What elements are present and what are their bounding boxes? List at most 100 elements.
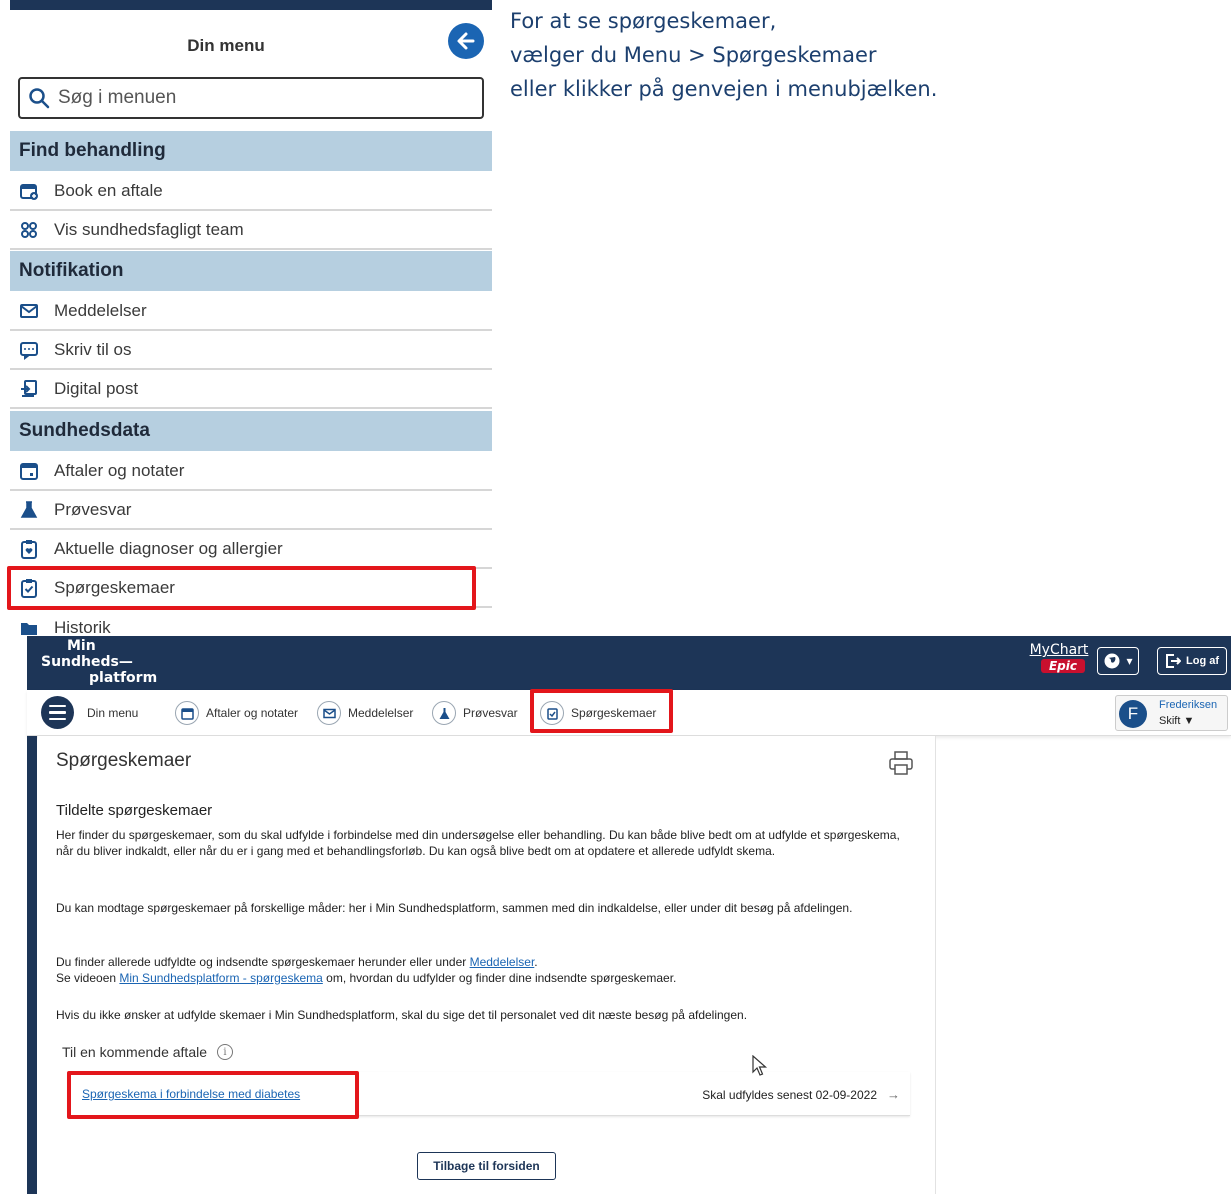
nav-label: Spørgeskemaer — [571, 706, 657, 720]
calendar-icon — [18, 460, 40, 482]
menu-item-label: Historik — [54, 617, 111, 637]
questionnaire-row[interactable]: Spørgeskema i forbindelse med diabetes S… — [68, 1072, 910, 1116]
menu-search-input[interactable] — [58, 87, 438, 109]
paragraph-text: Se videoen — [56, 970, 120, 985]
back-to-home-button[interactable]: Tilbage til forsiden — [417, 1152, 556, 1180]
logout-label: Log af — [1186, 655, 1219, 667]
flask-icon — [432, 701, 456, 725]
user-switch-label: Skift — [1159, 715, 1181, 727]
menu-item-label: Aftaler og notater — [54, 460, 185, 480]
avatar: F — [1119, 700, 1147, 728]
nav-label: Meddelelser — [348, 706, 414, 720]
nav-label: Din menu — [87, 706, 139, 720]
brand-logo[interactable]: Min Sundheds— platform — [41, 638, 157, 686]
page-title: Spørgeskemaer — [56, 750, 192, 771]
video-link[interactable]: Min Sundhedsplatform - spørgeskema — [119, 971, 322, 985]
upcoming-appointment-heading: Til en kommende aftale i — [62, 1044, 233, 1060]
menu-search-box[interactable] — [18, 77, 484, 119]
calendar-icon — [175, 701, 199, 725]
menu-top-bar — [10, 0, 492, 10]
language-button[interactable]: ▾ — [1097, 647, 1139, 675]
section-notifikation: Notifikation — [10, 251, 492, 291]
deadline-text: Skal udfyldes senest 02-09-2022 — [702, 1087, 877, 1102]
menu-item-label: Vis sundhedsfagligt team — [54, 219, 244, 239]
digital-post-icon — [18, 378, 40, 400]
back-arrow-button[interactable] — [448, 23, 484, 59]
menu-item-digital-post[interactable]: Digital post — [10, 370, 492, 409]
nav-questionnaires[interactable]: Spørgeskemaer — [540, 698, 656, 728]
mouse-cursor-icon — [752, 1055, 768, 1076]
epic-wordmark: Epic — [1041, 659, 1085, 673]
search-icon — [29, 88, 50, 109]
chevron-down-icon: ▾ — [1126, 654, 1133, 668]
upcoming-heading-label: Til en kommende aftale — [62, 1044, 207, 1060]
brand-line: Sundheds— — [41, 654, 133, 670]
deadline: Skal udfyldes senest 02-09-2022 → — [702, 1087, 900, 1102]
clipboard-check-icon — [18, 577, 40, 599]
nav-messages[interactable]: Meddelelser — [317, 698, 413, 728]
logout-icon — [1166, 654, 1181, 668]
nav-din-menu[interactable]: Din menu — [87, 698, 138, 728]
paragraph-text: om, hvordan du udfylder og finder dine i… — [322, 970, 677, 985]
mychart-wordmark: MyChart — [1029, 642, 1089, 658]
menu-item-label: Book en aftale — [54, 180, 163, 200]
menu-item-questionnaires[interactable]: Spørgeskemaer — [10, 569, 492, 608]
arrow-left-icon — [457, 32, 475, 50]
intro-paragraph-5: Hvis du ikke ønsker at udfylde skemaer i… — [56, 1008, 748, 1022]
questionnaire-link[interactable]: Spørgeskema i forbindelse med diabetes — [82, 1087, 300, 1101]
clipboard-check-icon — [540, 701, 564, 725]
menu-item-messages[interactable]: Meddelelser — [10, 292, 492, 331]
hamburger-menu-button[interactable] — [41, 696, 74, 729]
menu-item-appointments-notes[interactable]: Aftaler og notater — [10, 452, 492, 491]
globe-icon — [1104, 653, 1120, 669]
envelope-icon — [18, 300, 40, 322]
paragraph-text: . — [534, 955, 538, 969]
menu-item-label: Prøvesvar — [54, 499, 132, 519]
nav-appointments-notes[interactable]: Aftaler og notater — [175, 698, 298, 728]
nav-label: Aftaler og notater — [206, 706, 299, 720]
brand-line: Min — [67, 638, 96, 654]
menu-item-diagnoses-allergies[interactable]: Aktuelle diagnoser og allergier — [10, 530, 492, 569]
section-sundhedsdata: Sundhedsdata — [10, 411, 492, 451]
calendar-add-icon — [18, 180, 40, 202]
app-nav-bar: Din menu Aftaler og notater Meddelelser … — [27, 690, 1231, 736]
messages-link[interactable]: Meddelelser — [470, 955, 535, 969]
logout-button[interactable]: Log af — [1157, 647, 1227, 675]
nav-label: Prøvesvar — [463, 706, 518, 720]
menu-title: Din menu — [187, 36, 265, 55]
menu-item-test-results[interactable]: Prøvesvar — [10, 491, 492, 530]
user-name: Frederiksen — [1159, 699, 1218, 711]
user-switcher[interactable]: F Frederiksen Skift ▼ — [1115, 695, 1228, 731]
menu-item-label: Spørgeskemaer — [54, 577, 175, 597]
instruction-line: For at se spørgeskemaer, — [510, 9, 777, 33]
care-team-icon — [18, 219, 40, 241]
menu-item-write-to-us[interactable]: Skriv til os — [10, 331, 492, 370]
intro-paragraph-2: Du kan modtage spørgeskemaer på forskell… — [56, 901, 853, 915]
content-left-strip — [27, 736, 37, 1194]
menu-item-label: Digital post — [54, 378, 139, 398]
envelope-icon — [317, 701, 341, 725]
section-find-behandling: Find behandling — [10, 131, 492, 171]
menu-item-label: Skriv til os — [54, 339, 132, 359]
nav-test-results[interactable]: Prøvesvar — [432, 698, 518, 728]
user-switch[interactable]: Skift ▼ — [1159, 715, 1194, 727]
arrow-right-icon: → — [887, 1087, 900, 1102]
menu-item-book-appointment[interactable]: Book en aftale — [10, 172, 492, 211]
instruction-line: eller klikker på genvejen i menubjælken. — [510, 77, 938, 101]
assigned-questionnaires-heading: Tildelte spørgeskemaer — [56, 802, 213, 819]
questionnaires-page: Spørgeskemaer Tildelte spørgeskemaer Her… — [38, 736, 936, 1194]
flask-icon — [18, 499, 40, 521]
app-header: Min Sundheds— platform MyChart Epic ▾ Lo… — [27, 636, 1231, 690]
brand-line: platform — [89, 670, 158, 686]
menu-item-care-team[interactable]: Vis sundhedsfagligt team — [10, 211, 492, 250]
instruction-line: vælger du Menu > Spørgeskemaer — [510, 43, 877, 67]
clipboard-heart-icon — [18, 538, 40, 560]
paragraph-text: Du finder allerede udfyldte og indsendte… — [56, 955, 470, 969]
caret-down-icon: ▼ — [1183, 715, 1195, 727]
info-icon[interactable]: i — [217, 1044, 233, 1060]
intro-paragraph-1: Her finder du spørgeskemaer, som du skal… — [56, 828, 900, 858]
print-icon[interactable] — [888, 750, 914, 776]
instructions-text: For at se spørgeskemaer, vælger du Menu … — [510, 4, 1220, 106]
intro-paragraph-3: Du finder allerede udfyldte og indsendte… — [56, 955, 916, 986]
mychart-epic-logo: MyChart Epic — [1027, 642, 1091, 673]
